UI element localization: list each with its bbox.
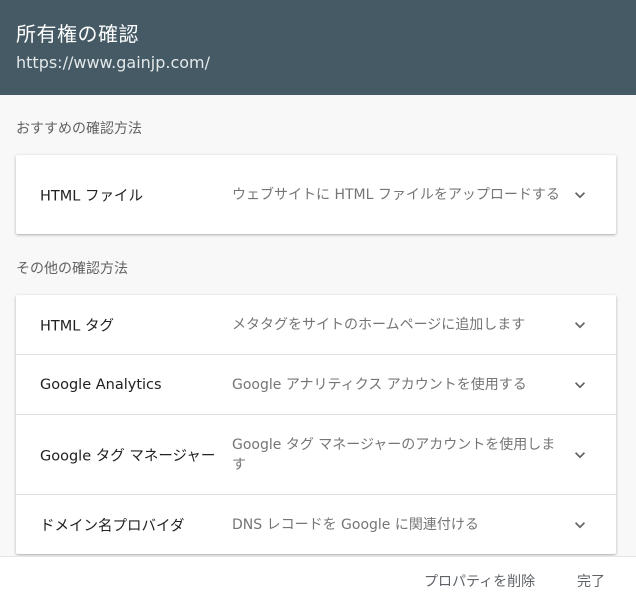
method-description: Google タグ マネージャーのアカウントを使用します <box>232 436 556 473</box>
dialog-content[interactable]: おすすめの確認方法 HTML ファイル ウェブサイトに HTML ファイルをアッ… <box>0 95 636 556</box>
method-description: DNS レコードを Google に関連付ける <box>232 516 479 533</box>
chevron-down-icon[interactable] <box>570 375 590 395</box>
method-title: Google タグ マネージャー <box>40 448 216 464</box>
method-description: Google アナリティクス アカウントを使用する <box>232 376 527 393</box>
method-title: ドメイン名プロバイダ <box>40 518 185 534</box>
method-html-file[interactable]: HTML ファイル ウェブサイトに HTML ファイルをアップロードする <box>16 155 616 234</box>
chevron-down-icon[interactable] <box>570 185 590 205</box>
done-button[interactable]: 完了 <box>577 573 605 591</box>
method-google-analytics[interactable]: Google Analytics Google アナリティクス アカウントを使用… <box>16 354 616 414</box>
method-domain-provider[interactable]: ドメイン名プロバイダ DNS レコードを Google に関連付ける <box>16 494 616 554</box>
recommended-section-label: おすすめの確認方法 <box>16 121 142 137</box>
property-url: https://www.gainjp.com/ <box>16 53 211 72</box>
other-section-label: その他の確認方法 <box>16 261 128 277</box>
dialog-footer: プロパティを削除 完了 <box>0 556 636 608</box>
delete-property-button[interactable]: プロパティを削除 <box>424 573 535 591</box>
method-title: HTML タグ <box>40 318 114 334</box>
method-title: HTML ファイル <box>40 188 143 204</box>
chevron-down-icon[interactable] <box>570 445 590 465</box>
dialog-title: 所有権の確認 <box>16 22 139 46</box>
dialog-header: 所有権の確認 https://www.gainjp.com/ <box>0 0 636 95</box>
method-google-tag-manager[interactable]: Google タグ マネージャー Google タグ マネージャーのアカウントを… <box>16 414 616 494</box>
method-html-tag[interactable]: HTML タグ メタタグをサイトのホームページに追加します <box>16 295 616 354</box>
other-methods-card: HTML タグ メタタグをサイトのホームページに追加します Google Ana… <box>16 295 616 554</box>
method-description: メタタグをサイトのホームページに追加します <box>232 316 526 333</box>
chevron-down-icon[interactable] <box>570 515 590 535</box>
method-description: ウェブサイトに HTML ファイルをアップロードする <box>232 186 560 203</box>
recommended-methods-card: HTML ファイル ウェブサイトに HTML ファイルをアップロードする <box>16 155 616 234</box>
method-title: Google Analytics <box>40 376 162 393</box>
chevron-down-icon[interactable] <box>570 315 590 335</box>
